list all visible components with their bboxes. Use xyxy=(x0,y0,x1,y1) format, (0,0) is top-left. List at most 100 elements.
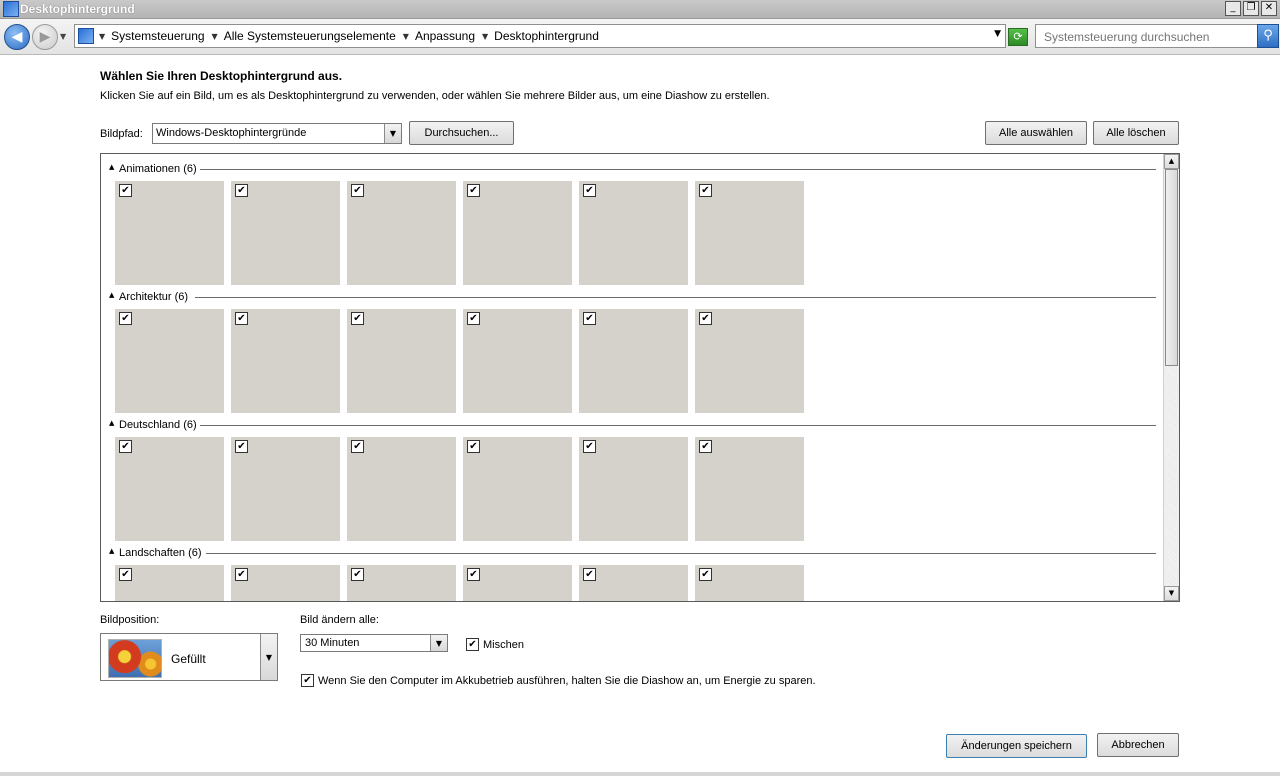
wallpaper-thumbnail[interactable]: ✔ xyxy=(695,309,804,413)
thumbnail-checkbox[interactable]: ✔ xyxy=(235,184,248,197)
chevron-down-icon[interactable]: ▼ xyxy=(260,634,277,680)
interval-select[interactable]: 30 Minuten ▼ xyxy=(300,634,448,652)
shuffle-checkbox[interactable]: ✔ xyxy=(466,638,479,651)
chevron-down-icon[interactable]: ▼ xyxy=(384,124,401,143)
breadcrumb-arrow-icon[interactable]: ▼ xyxy=(212,32,218,41)
scroll-down-arrow-icon[interactable]: ▼ xyxy=(1164,586,1179,601)
address-toolbar: ◀ ▶ ▼ ▼ Systemsteuerung ▼ Alle Systemsteue… xyxy=(0,19,1280,55)
breadcrumb-arrow-icon[interactable]: ▼ xyxy=(482,32,488,41)
collapse-caret-icon[interactable]: ▲ xyxy=(109,163,114,171)
thumbnail-checkbox[interactable]: ✔ xyxy=(467,440,480,453)
page-title: Wählen Sie Ihren Desktophintergrund aus. xyxy=(100,69,343,83)
group-title: Architektur (6) xyxy=(119,291,189,303)
breadcrumb-item[interactable]: ▼ Alle Systemsteuerungselemente xyxy=(212,29,396,43)
gallery-scrollbar[interactable]: ▲ ▼ xyxy=(1163,154,1179,601)
group-title: Animationen (6) xyxy=(119,163,197,175)
scroll-up-arrow-icon[interactable]: ▲ xyxy=(1164,154,1179,169)
wallpaper-thumbnail[interactable]: ✔ xyxy=(695,437,804,541)
close-button[interactable]: ✕ xyxy=(1261,1,1277,16)
thumbnail-checkbox[interactable]: ✔ xyxy=(699,312,712,325)
wallpaper-thumbnail[interactable]: ✔ xyxy=(347,437,456,541)
wallpaper-thumbnail[interactable]: ✔ xyxy=(231,565,340,601)
thumbnail-checkbox[interactable]: ✔ xyxy=(119,568,132,581)
wallpaper-thumbnail[interactable]: ✔ xyxy=(115,181,224,285)
wallpaper-thumbnail[interactable]: ✔ xyxy=(347,181,456,285)
thumbnail-checkbox[interactable]: ✔ xyxy=(467,568,480,581)
refresh-icon[interactable]: ⟳ xyxy=(1008,28,1028,46)
wallpaper-thumbnail[interactable]: ✔ xyxy=(463,181,572,285)
address-field[interactable]: ▼ Systemsteuerung ▼ Alle Systemsteuerungse… xyxy=(74,24,1006,48)
breadcrumb-item[interactable]: ▼ Anpassung xyxy=(403,29,475,43)
thumbnail-checkbox[interactable]: ✔ xyxy=(699,568,712,581)
recent-pages-dropdown-icon[interactable]: ▼ xyxy=(60,32,66,41)
thumbnail-checkbox[interactable]: ✔ xyxy=(351,440,364,453)
search-icon[interactable]: ⚲ xyxy=(1257,24,1279,48)
thumbnail-checkbox[interactable]: ✔ xyxy=(699,184,712,197)
wallpaper-thumbnail[interactable]: ✔ xyxy=(579,437,688,541)
cancel-button[interactable]: Abbrechen xyxy=(1097,733,1179,757)
position-preview-image xyxy=(108,639,162,678)
wallpaper-thumbnail[interactable]: ✔ xyxy=(695,565,804,601)
thumbnail-checkbox[interactable]: ✔ xyxy=(583,568,596,581)
address-dropdown-icon[interactable]: ▼ xyxy=(994,29,1001,39)
group-divider xyxy=(195,297,1156,298)
wallpaper-thumbnail[interactable]: ✔ xyxy=(347,565,456,601)
thumbnail-checkbox[interactable]: ✔ xyxy=(583,184,596,197)
group-divider xyxy=(200,169,1156,170)
thumbnail-checkbox[interactable]: ✔ xyxy=(351,184,364,197)
thumbnail-checkbox[interactable]: ✔ xyxy=(583,312,596,325)
thumbnail-checkbox[interactable]: ✔ xyxy=(467,184,480,197)
breadcrumb-item[interactable]: ▼ Desktophintergrund xyxy=(482,29,599,43)
wallpaper-thumbnail[interactable]: ✔ xyxy=(115,437,224,541)
wallpaper-thumbnail[interactable]: ✔ xyxy=(695,181,804,285)
thumbnail-checkbox[interactable]: ✔ xyxy=(235,568,248,581)
wallpaper-thumbnail[interactable]: ✔ xyxy=(115,565,224,601)
wallpaper-gallery: ▲ Animationen (6) ✔ ✔ ✔ ✔ ✔ ✔ ▲ Architek… xyxy=(100,153,1180,602)
control-panel-icon xyxy=(78,28,94,44)
breadcrumb-item[interactable]: ▼ Systemsteuerung xyxy=(99,29,205,43)
wallpaper-thumbnail[interactable]: ✔ xyxy=(231,437,340,541)
restore-button[interactable]: ❐ xyxy=(1243,1,1259,16)
thumbnail-checkbox[interactable]: ✔ xyxy=(583,440,596,453)
search-field[interactable] xyxy=(1035,24,1259,48)
path-select[interactable]: Windows-Desktophintergründe ▼ xyxy=(152,123,402,144)
thumbnail-checkbox[interactable]: ✔ xyxy=(119,440,132,453)
search-input[interactable] xyxy=(1042,27,1256,47)
collapse-caret-icon[interactable]: ▲ xyxy=(109,547,114,555)
select-all-button[interactable]: Alle auswählen xyxy=(985,121,1087,145)
battery-pause-checkbox[interactable]: ✔ xyxy=(301,674,314,687)
thumbnail-checkbox[interactable]: ✔ xyxy=(235,440,248,453)
wallpaper-thumbnail[interactable]: ✔ xyxy=(579,309,688,413)
thumbnail-checkbox[interactable]: ✔ xyxy=(467,312,480,325)
breadcrumb-arrow-icon[interactable]: ▼ xyxy=(403,32,409,41)
path-label: Bildpfad: xyxy=(100,128,143,140)
minimize-button[interactable]: _ xyxy=(1225,1,1241,16)
thumbnail-checkbox[interactable]: ✔ xyxy=(119,184,132,197)
thumbnail-checkbox[interactable]: ✔ xyxy=(351,568,364,581)
wallpaper-thumbnail[interactable]: ✔ xyxy=(231,309,340,413)
chevron-down-icon[interactable]: ▼ xyxy=(430,635,447,651)
thumbnail-checkbox[interactable]: ✔ xyxy=(351,312,364,325)
wallpaper-thumbnail[interactable]: ✔ xyxy=(231,181,340,285)
browse-button[interactable]: Durchsuchen... xyxy=(409,121,514,145)
clear-all-button[interactable]: Alle löschen xyxy=(1093,121,1179,145)
breadcrumb: ▼ Systemsteuerung ▼ Alle Systemsteuerungse… xyxy=(99,29,606,43)
thumbnail-checkbox[interactable]: ✔ xyxy=(235,312,248,325)
wallpaper-thumbnail[interactable]: ✔ xyxy=(115,309,224,413)
save-changes-button[interactable]: Änderungen speichern xyxy=(946,734,1087,758)
wallpaper-thumbnail[interactable]: ✔ xyxy=(347,309,456,413)
wallpaper-thumbnail[interactable]: ✔ xyxy=(463,437,572,541)
position-select[interactable]: Gefüllt ▼ xyxy=(100,633,278,681)
forward-arrow-icon[interactable]: ▶ xyxy=(32,24,58,50)
back-arrow-icon[interactable]: ◀ xyxy=(4,24,30,50)
collapse-caret-icon[interactable]: ▲ xyxy=(109,291,114,299)
collapse-caret-icon[interactable]: ▲ xyxy=(109,419,114,427)
thumbnail-checkbox[interactable]: ✔ xyxy=(119,312,132,325)
wallpaper-thumbnail[interactable]: ✔ xyxy=(579,181,688,285)
thumbnail-checkbox[interactable]: ✔ xyxy=(699,440,712,453)
wallpaper-thumbnail[interactable]: ✔ xyxy=(579,565,688,601)
breadcrumb-arrow-icon[interactable]: ▼ xyxy=(99,32,105,41)
wallpaper-thumbnail[interactable]: ✔ xyxy=(463,309,572,413)
scrollbar-thumb[interactable] xyxy=(1165,169,1178,366)
wallpaper-thumbnail[interactable]: ✔ xyxy=(463,565,572,601)
